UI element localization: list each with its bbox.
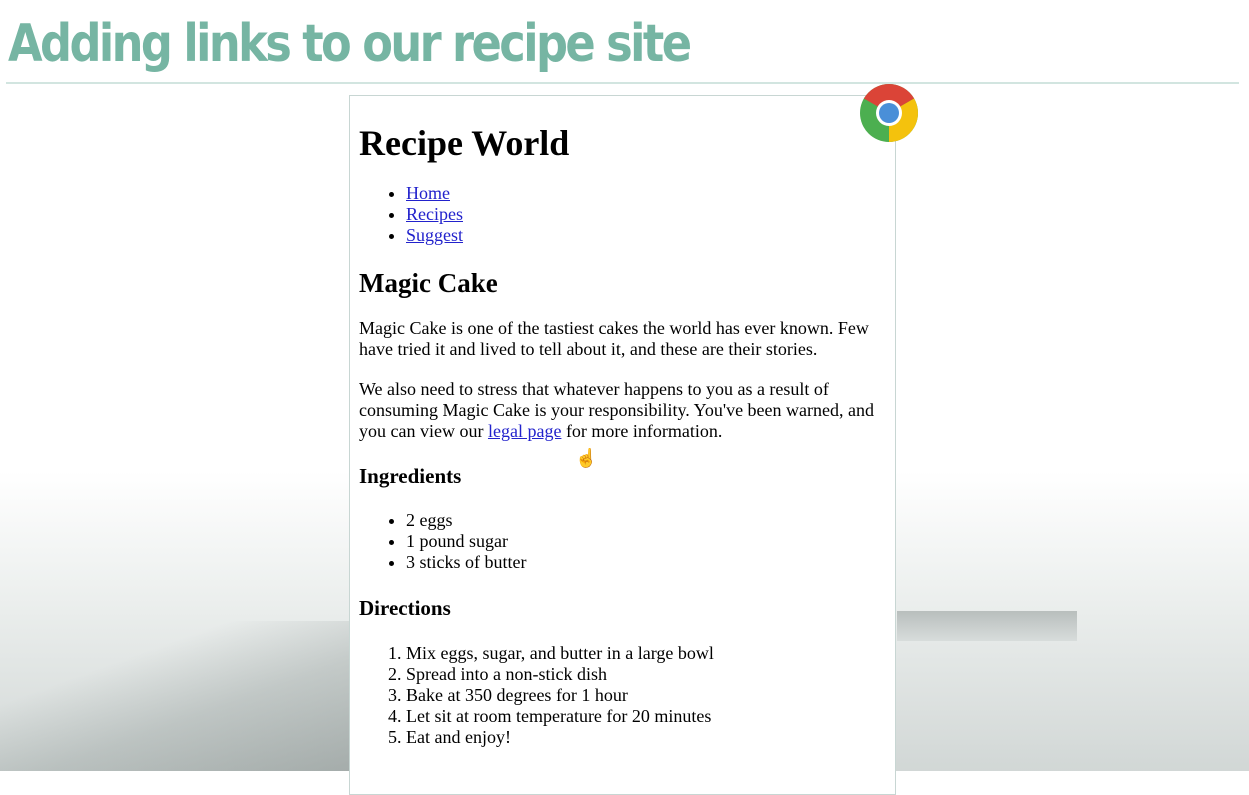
ingredient-item: 3 sticks of butter xyxy=(406,552,886,573)
slide-title: Adding links to our recipe site xyxy=(8,14,692,74)
direction-step: Bake at 350 degrees for 1 hour xyxy=(406,685,886,706)
direction-step: Mix eggs, sugar, and butter in a large b… xyxy=(406,643,886,664)
directions-list: Mix eggs, sugar, and butter in a large b… xyxy=(359,643,886,748)
legal-page-link[interactable]: legal page xyxy=(488,421,561,441)
background-pier-right xyxy=(897,611,1077,641)
ingredients-heading: Ingredients xyxy=(359,464,462,488)
direction-step: Eat and enjoy! xyxy=(406,727,886,748)
nav-link-recipes[interactable]: Recipes xyxy=(406,204,463,224)
direction-step: Spread into a non-stick dish xyxy=(406,664,886,685)
browser-page: Recipe World Home Recipes Suggest Magic … xyxy=(349,95,896,795)
hand-pointer-icon: ☝ xyxy=(575,448,598,468)
direction-step: Let sit at room temperature for 20 minut… xyxy=(406,706,886,727)
nav-item-suggest: Suggest xyxy=(406,225,886,246)
intro-paragraph: Magic Cake is one of the tastiest cakes … xyxy=(359,318,869,359)
ingredient-item: 2 eggs xyxy=(406,510,886,531)
chrome-logo-icon xyxy=(860,84,918,142)
ingredient-item: 1 pound sugar xyxy=(406,531,886,552)
site-title: Recipe World xyxy=(359,123,570,163)
nav-link-home[interactable]: Home xyxy=(406,183,450,203)
nav-item-recipes: Recipes xyxy=(406,204,886,225)
warning-text-end: for more information. xyxy=(561,421,723,441)
warning-paragraph: We also need to stress that whatever hap… xyxy=(359,379,886,442)
nav-list: Home Recipes Suggest xyxy=(359,183,886,246)
nav-item-home: Home xyxy=(406,183,886,204)
background-pier-left xyxy=(0,621,350,771)
nav-link-suggest[interactable]: Suggest xyxy=(406,225,463,245)
directions-heading: Directions xyxy=(359,596,451,620)
title-divider xyxy=(6,82,1239,84)
ingredients-list: 2 eggs 1 pound sugar 3 sticks of butter xyxy=(359,510,886,573)
recipe-title: Magic Cake xyxy=(359,268,498,298)
